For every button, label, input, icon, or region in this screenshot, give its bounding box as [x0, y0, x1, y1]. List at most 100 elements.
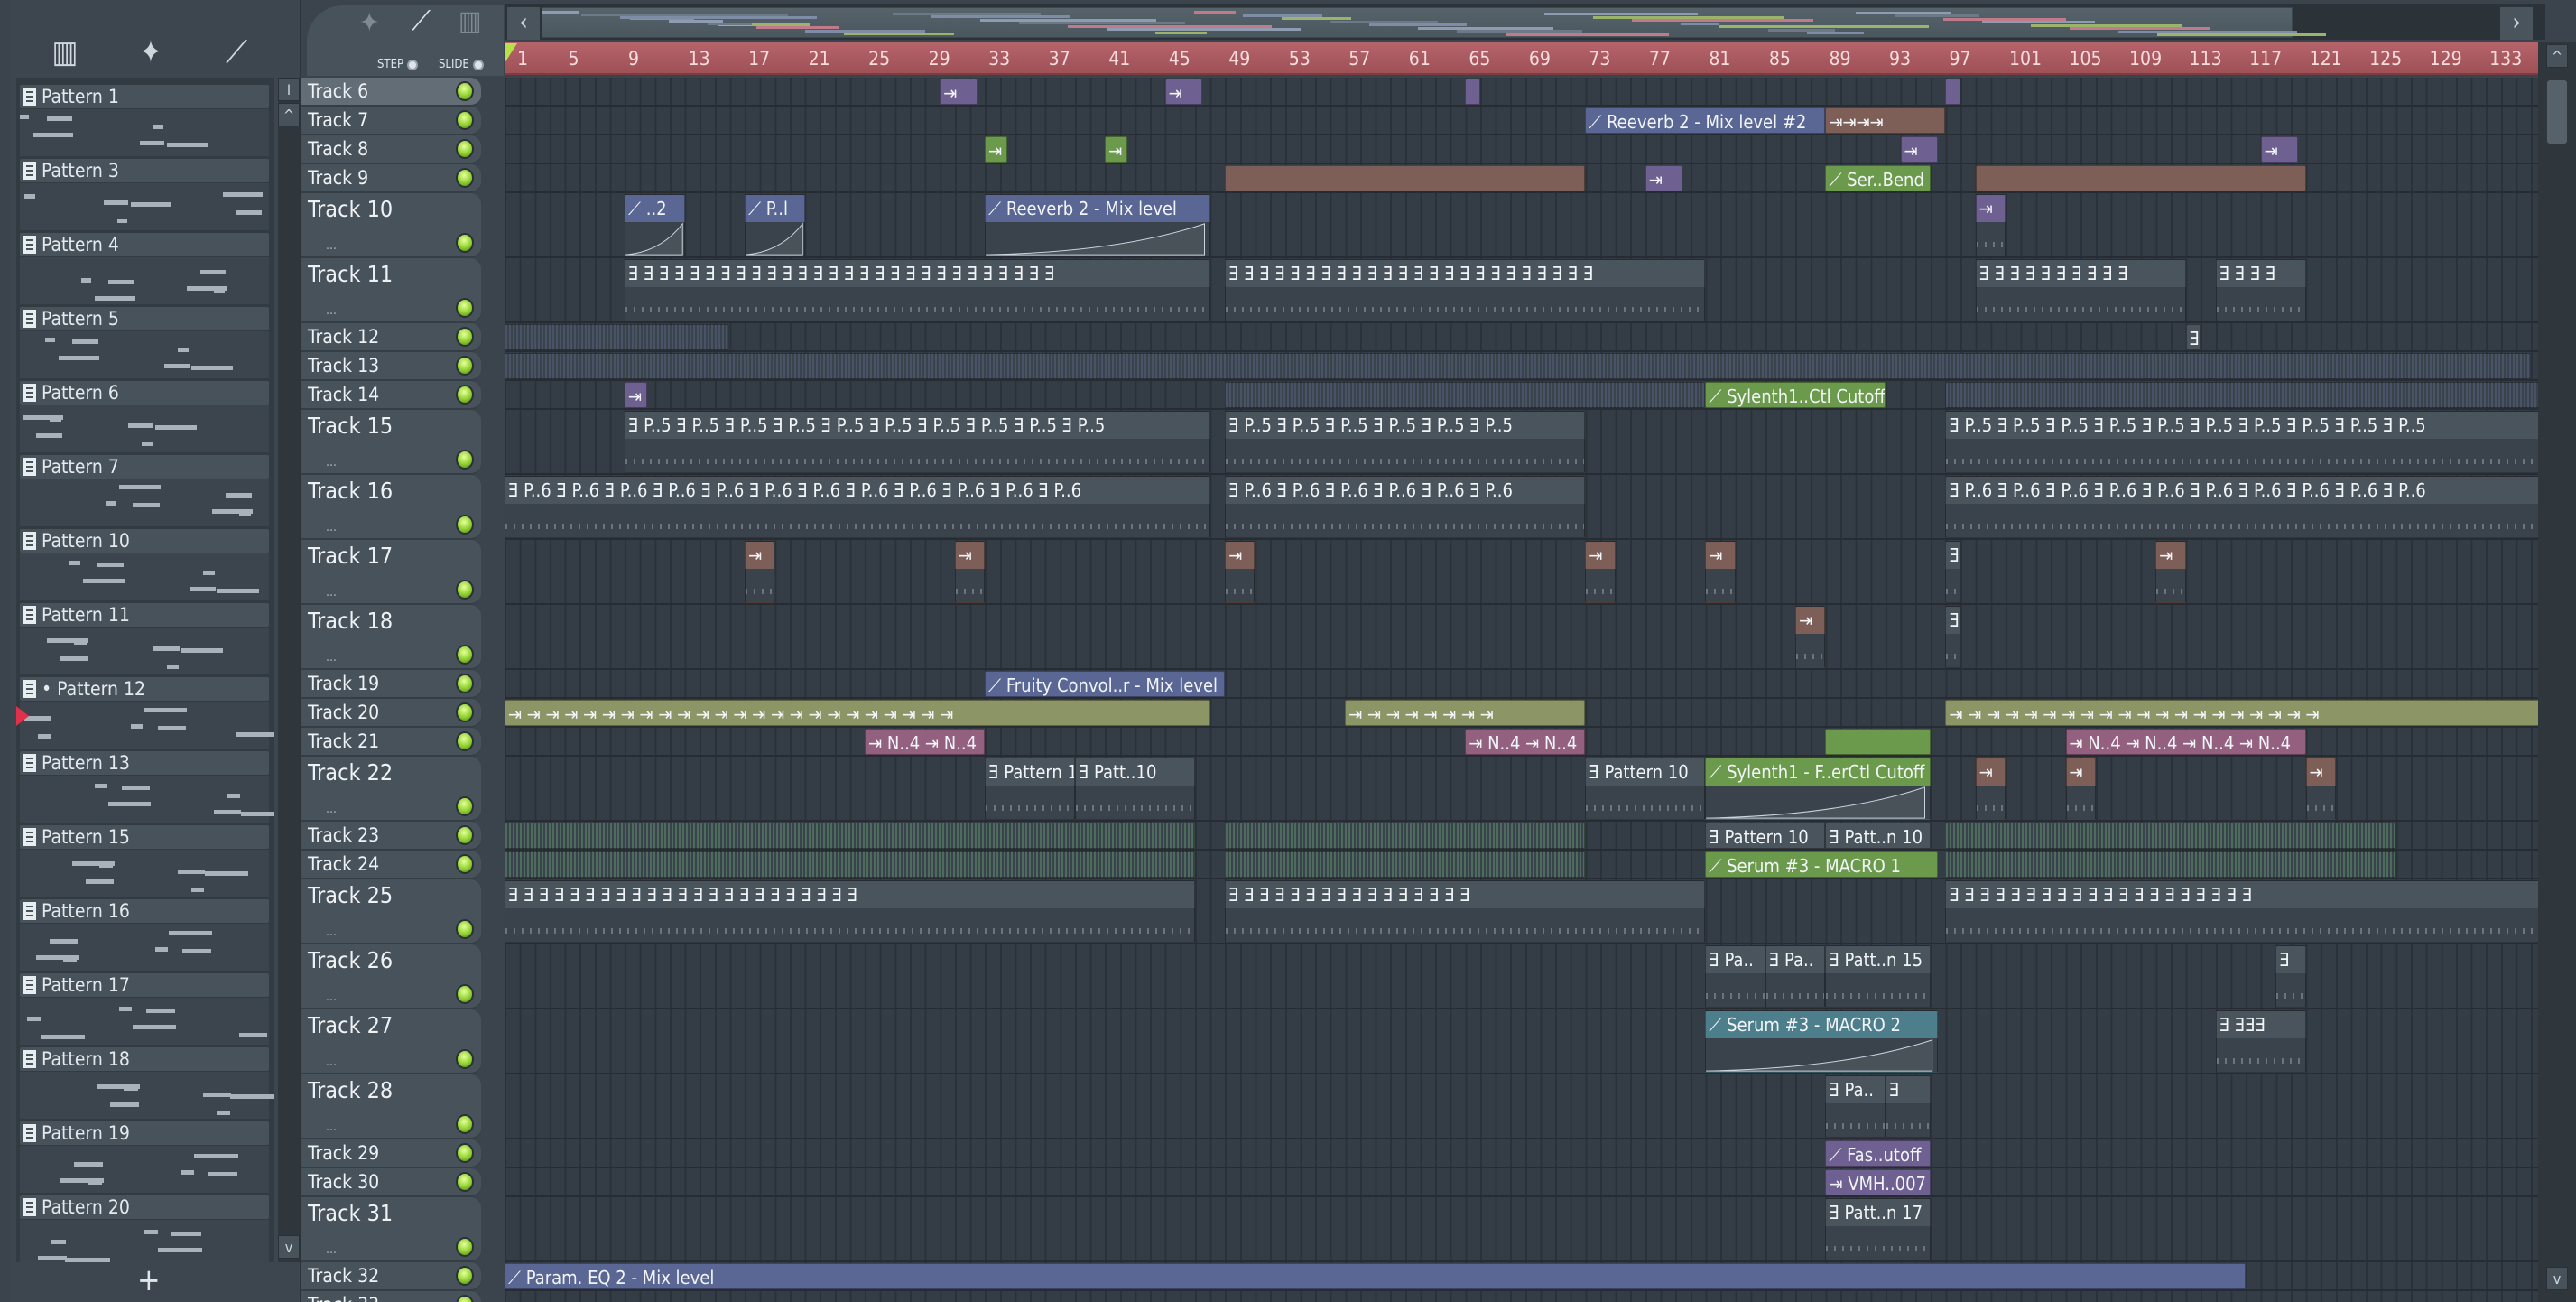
track-mute-led-icon[interactable]	[456, 81, 474, 101]
track-mute-led-icon[interactable]	[456, 580, 474, 600]
clip-auto-green[interactable]	[1825, 729, 1931, 755]
track-mute-led-icon[interactable]	[456, 450, 474, 470]
track-mute-led-icon[interactable]	[456, 1266, 474, 1286]
overview-window[interactable]	[542, 7, 2326, 38]
pattern-header[interactable]: Pattern 19	[20, 1121, 269, 1145]
clip-pink[interactable]: ⇥ N..4 ⇥ N..4	[1465, 729, 1586, 755]
clip-pattern[interactable]: Ǝ Pattern 10	[1705, 823, 1826, 849]
clip-purple[interactable]: ⟋ Fas..utoff	[1825, 1140, 1931, 1167]
clip-auto-green[interactable]: ⟋ Ser..Bend	[1825, 165, 1931, 191]
track-header[interactable]: Track 19	[301, 670, 481, 699]
track-mute-led-icon[interactable]	[456, 919, 474, 939]
track-header[interactable]: Track 24	[301, 851, 481, 879]
scroll-down-button[interactable]: v	[2546, 1267, 2568, 1290]
pattern-header[interactable]: Pattern 3	[20, 159, 269, 182]
song-overview[interactable]: ‹ ›	[505, 4, 2545, 40]
pattern-item[interactable]: Pattern 5	[20, 307, 269, 381]
track-lane[interactable]	[505, 323, 2538, 352]
automation-filter-icon[interactable]: ⟋	[209, 34, 264, 70]
clip-pattern[interactable]: Ǝ	[1945, 541, 1961, 603]
pattern-item[interactable]: Pattern 20	[20, 1195, 269, 1262]
clip-sample-khaki[interactable]: ⇥ ⇥ ⇥ ⇥ ⇥ ⇥ ⇥ ⇥ ⇥ ⇥ ⇥ ⇥ ⇥ ⇥ ⇥ ⇥ ⇥ ⇥ ⇥ ⇥ …	[505, 700, 1210, 726]
track-lane[interactable]	[505, 670, 2538, 699]
scroll-thumb[interactable]	[2547, 80, 2567, 144]
clip-wave-green[interactable]	[505, 851, 1195, 878]
track-mute-led-icon[interactable]	[456, 515, 474, 535]
pattern-item[interactable]: Pattern 17	[20, 973, 269, 1047]
clip-auto-green[interactable]: ⇥	[1105, 136, 1128, 163]
clip-sample-khaki[interactable]: ⇥ ⇥ ⇥ ⇥ ⇥ ⇥ ⇥ ⇥	[1345, 700, 1586, 726]
pattern-header[interactable]: Pattern 16	[20, 899, 269, 923]
pattern-header[interactable]: Pattern 11	[20, 603, 269, 627]
clip-brown[interactable]: ⇥⇥⇥⇥	[1825, 107, 1946, 134]
clip-pattern[interactable]: Ǝ Ǝ Ǝ Ǝ Ǝ Ǝ Ǝ Ǝ Ǝ Ǝ Ǝ Ǝ Ǝ Ǝ Ǝ Ǝ Ǝ Ǝ Ǝ Ǝ	[1945, 880, 2538, 943]
pattern-item[interactable]: Pattern 10	[20, 529, 269, 603]
track-mute-led-icon[interactable]	[456, 645, 474, 665]
track-mute-led-icon[interactable]	[456, 674, 474, 693]
track-header[interactable]: Track 31...	[301, 1197, 481, 1262]
clip-pattern[interactable]: Ǝ	[2185, 324, 2201, 350]
track-header[interactable]: Track 6	[301, 78, 481, 107]
track-lane[interactable]	[505, 1168, 2538, 1197]
track-header[interactable]: Track 28...	[301, 1074, 481, 1139]
track-lane[interactable]	[505, 1139, 2538, 1168]
picker-scrollbar[interactable]: I ^ v	[278, 78, 300, 1262]
clip-pattern[interactable]: Ǝ Pa..	[1765, 945, 1826, 1008]
track-lane[interactable]	[505, 757, 2538, 822]
clip-wave-green[interactable]	[1945, 823, 2396, 849]
pattern-item[interactable]: Pattern 16	[20, 899, 269, 973]
pattern-header[interactable]: Pattern 15	[20, 825, 269, 849]
track-mute-led-icon[interactable]	[456, 854, 474, 874]
track-mute-led-icon[interactable]	[456, 298, 474, 318]
clip-pattern[interactable]: Ǝ Patt..10	[1074, 758, 1195, 820]
audio-clip-icon[interactable]: ✦	[359, 7, 380, 39]
pattern-item[interactable]: Pattern 7	[20, 455, 269, 529]
pattern-header[interactable]: Pattern 4	[20, 233, 269, 256]
clip-auto-blue[interactable]: ⟋ Reeverb 2 - Mix level	[985, 194, 1210, 256]
pattern-item[interactable]: Pattern 13	[20, 751, 274, 825]
track-mute-led-icon[interactable]	[456, 1049, 474, 1069]
scroll-left-button[interactable]: ‹	[507, 7, 540, 40]
track-header[interactable]: Track 10...	[301, 193, 481, 258]
pattern-header[interactable]: Pattern 10	[20, 529, 269, 553]
track-mute-led-icon[interactable]	[456, 825, 474, 845]
clip-purple[interactable]: ⇥	[1164, 79, 1203, 105]
clip-brown[interactable]: ⇥	[2305, 758, 2336, 820]
pattern-item[interactable]: Pattern 1	[20, 85, 269, 159]
clip-auto-blue[interactable]: ⟋ ..2	[625, 194, 685, 256]
clip-auto-blue[interactable]: ⟋ Reeverb 2 - Mix level #2	[1585, 107, 1826, 134]
clip-pink[interactable]: ⇥ N..4 ⇥ N..4	[865, 729, 986, 755]
clip-brown[interactable]: ⇥	[1585, 541, 1616, 603]
track-mute-led-icon[interactable]	[456, 1143, 474, 1163]
clip-pattern[interactable]: Ǝ Pa..	[1825, 1075, 1886, 1138]
track-header[interactable]: Track 7	[301, 107, 481, 135]
track-mute-led-icon[interactable]	[456, 233, 474, 253]
track-header[interactable]: Track 22...	[301, 757, 481, 822]
piano-roll-filter-icon[interactable]: ▥	[38, 34, 92, 70]
pattern-item[interactable]: Pattern 3	[20, 159, 269, 233]
clip-pattern[interactable]: Ǝ Ǝ Ǝ Ǝ	[2215, 259, 2306, 321]
pattern-header[interactable]: Pattern 20	[20, 1195, 269, 1219]
playlist-grid[interactable]: ⇥ ⇥ ⟋ Reeverb 2 - Mix level #2 ⇥⇥⇥⇥ ⇥ ⇥ ⇥ ⇥ ⇥ ⟋ S…	[505, 78, 2538, 1302]
clip-pattern[interactable]: Ǝ	[1885, 1075, 1931, 1138]
track-mute-led-icon[interactable]	[456, 327, 474, 347]
track-mute-led-icon[interactable]	[456, 984, 474, 1004]
track-lane[interactable]	[505, 944, 2538, 1009]
track-mute-led-icon[interactable]	[456, 139, 474, 159]
clip-pattern[interactable]: Ǝ Pattern 10	[985, 758, 1075, 820]
track-mute-led-icon[interactable]	[456, 796, 474, 816]
clip-pattern[interactable]: Ǝ Pa..	[1705, 945, 1765, 1008]
clip-auto-green[interactable]: ⟋ Serum #3 - MACRO 1	[1705, 851, 1939, 878]
track-lane[interactable]	[505, 107, 2538, 135]
scroll-handle-icon[interactable]: I	[278, 78, 300, 101]
track-mute-led-icon[interactable]	[456, 731, 474, 751]
audio-filter-icon[interactable]: ✦	[124, 34, 178, 70]
clip-brown[interactable]: ⇥	[1225, 541, 1256, 603]
track-lane[interactable]	[505, 1074, 2538, 1139]
pattern-header[interactable]: Pattern 5	[20, 307, 269, 330]
pattern-header[interactable]: Pattern 13	[20, 751, 269, 775]
track-header[interactable]: Track 33	[301, 1291, 481, 1302]
playlist-vertical-scrollbar[interactable]: ^ v	[2538, 42, 2576, 1302]
pattern-item[interactable]: Pattern 19	[20, 1121, 269, 1195]
track-mute-led-icon[interactable]	[456, 385, 474, 405]
